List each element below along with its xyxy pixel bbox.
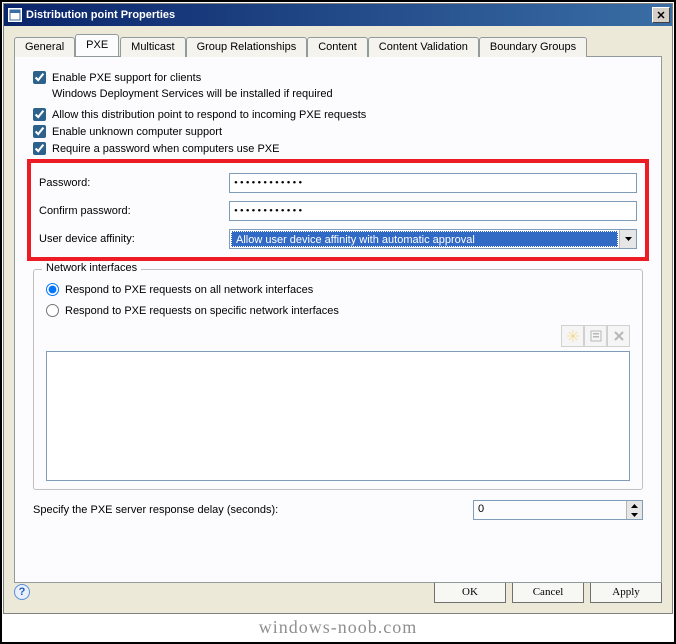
nic-add-button[interactable] bbox=[561, 325, 584, 347]
require-password-label: Require a password when computers use PX… bbox=[52, 143, 279, 155]
nic-radio-specific-label: Respond to PXE requests on specific netw… bbox=[65, 305, 339, 317]
delay-label: Specify the PXE server response delay (s… bbox=[33, 504, 473, 516]
confirm-password-label: Confirm password: bbox=[39, 205, 229, 217]
enable-pxe-label: Enable PXE support for clients bbox=[52, 72, 201, 84]
delay-spinner[interactable]: 0 bbox=[473, 500, 643, 520]
nic-legend: Network interfaces bbox=[42, 262, 141, 274]
tab-strip: General PXE Multicast Group Relationship… bbox=[14, 34, 662, 56]
password-input[interactable] bbox=[229, 173, 637, 193]
help-icon[interactable]: ? bbox=[14, 584, 30, 600]
enable-pxe-checkbox[interactable] bbox=[33, 71, 46, 84]
spinner-up-button[interactable] bbox=[627, 501, 642, 510]
window-icon bbox=[8, 8, 22, 22]
delay-value: 0 bbox=[474, 501, 626, 519]
password-label: Password: bbox=[39, 177, 229, 189]
unknown-computer-checkbox[interactable] bbox=[33, 125, 46, 138]
ok-button[interactable]: OK bbox=[434, 581, 506, 603]
tab-content[interactable]: Content bbox=[307, 37, 368, 57]
confirm-password-input[interactable] bbox=[229, 201, 637, 221]
highlight-region: Password: Confirm password: User device … bbox=[27, 159, 649, 261]
chevron-down-icon[interactable] bbox=[619, 230, 636, 248]
tab-group-relationships[interactable]: Group Relationships bbox=[186, 37, 308, 57]
unknown-computer-label: Enable unknown computer support bbox=[52, 126, 222, 138]
tab-content-validation[interactable]: Content Validation bbox=[368, 37, 479, 57]
nic-radio-all[interactable] bbox=[46, 283, 59, 296]
affinity-value: Allow user device affinity with automati… bbox=[231, 231, 618, 247]
sunburst-icon bbox=[567, 330, 579, 342]
affinity-label: User device affinity: bbox=[39, 233, 229, 245]
allow-respond-checkbox[interactable] bbox=[33, 108, 46, 121]
titlebar: Distribution point Properties ✕ bbox=[4, 4, 672, 26]
cancel-button[interactable]: Cancel bbox=[512, 581, 584, 603]
nic-radio-specific[interactable] bbox=[46, 304, 59, 317]
close-button[interactable]: ✕ bbox=[652, 7, 670, 23]
tab-body: Enable PXE support for clients Windows D… bbox=[14, 56, 662, 583]
window-title: Distribution point Properties bbox=[26, 9, 652, 21]
dialog-window: Distribution point Properties ✕ General … bbox=[3, 3, 673, 614]
spinner-down-button[interactable] bbox=[627, 510, 642, 519]
tab-boundary-groups[interactable]: Boundary Groups bbox=[479, 37, 587, 57]
allow-respond-label: Allow this distribution point to respond… bbox=[52, 109, 366, 121]
watermark: windows-noob.com bbox=[2, 617, 674, 638]
tab-multicast[interactable]: Multicast bbox=[120, 37, 185, 57]
apply-button[interactable]: Apply bbox=[590, 581, 662, 603]
nic-listbox[interactable] bbox=[46, 351, 630, 481]
enable-pxe-subtext: Windows Deployment Services will be inst… bbox=[52, 88, 643, 100]
network-interfaces-group: Network interfaces Respond to PXE reques… bbox=[33, 269, 643, 490]
tab-pxe[interactable]: PXE bbox=[75, 34, 119, 56]
affinity-select[interactable]: Allow user device affinity with automati… bbox=[229, 229, 637, 249]
nic-radio-all-label: Respond to PXE requests on all network i… bbox=[65, 284, 313, 296]
properties-icon bbox=[590, 330, 602, 342]
delete-icon bbox=[613, 330, 625, 342]
tab-general[interactable]: General bbox=[14, 37, 75, 57]
require-password-checkbox[interactable] bbox=[33, 142, 46, 155]
nic-edit-button[interactable] bbox=[584, 325, 607, 347]
nic-delete-button[interactable] bbox=[607, 325, 630, 347]
